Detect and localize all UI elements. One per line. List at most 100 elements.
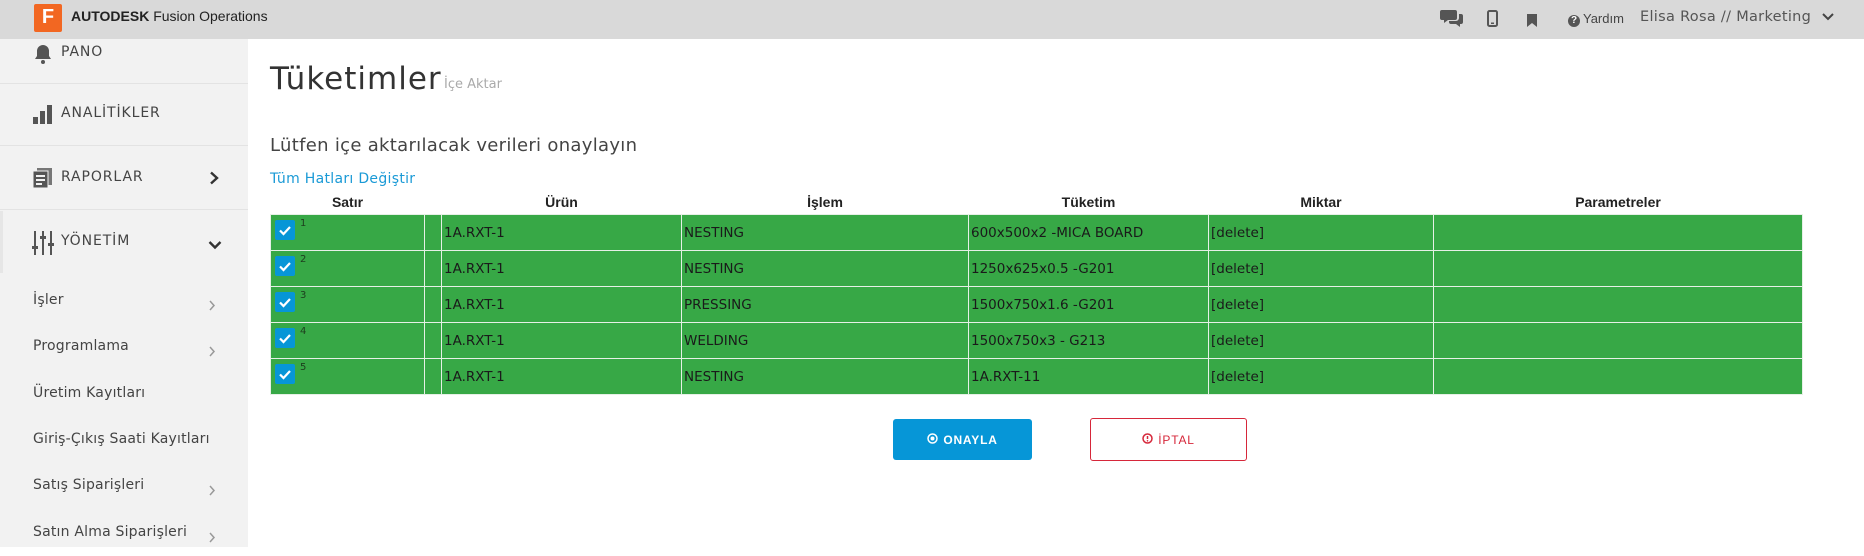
user-menu[interactable]: Elisa Rosa // Marketing: [1640, 9, 1811, 25]
cancel-button-label: İPTAL: [1158, 432, 1195, 447]
cell-satir: 2: [270, 250, 425, 287]
sidebar-subitem-label: Üretim Kayıtları: [33, 385, 146, 401]
sidebar-subitem-uretim-kayitlari[interactable]: Üretim Kayıtları: [0, 371, 248, 417]
page-subtitle: İçe Aktar: [444, 77, 502, 92]
column-header-parametreler: Parametreler: [1575, 194, 1661, 210]
column-header-satir: Satır: [331, 194, 364, 210]
table-row[interactable]: 5 1A.RXT-1 NESTING 1A.RXT-11 [delete]: [270, 358, 1803, 395]
cell-spacer: [424, 286, 442, 323]
row-checkbox[interactable]: [275, 256, 295, 276]
cell-spacer: [424, 322, 442, 359]
cell-parametreler: [1433, 250, 1803, 287]
check-circle-icon: [927, 432, 939, 447]
cell-tuketim: 600x500x2 -MICA BOARD: [968, 214, 1209, 251]
checkmark-icon: [279, 370, 291, 380]
row-checkbox[interactable]: [275, 364, 295, 384]
cell-miktar: [delete]: [1208, 322, 1434, 359]
cell-parametreler: [1433, 358, 1803, 395]
sidebar-subitem-isler[interactable]: İşler: [0, 278, 248, 324]
sidebar-subitem-label: Satın Alma Siparişleri: [33, 524, 188, 540]
column-header-urun: Ürün: [545, 194, 578, 210]
table-row[interactable]: 2 1A.RXT-1 NESTING 1250x625x0.5 -G201 [delet…: [270, 250, 1803, 287]
cell-islem: PRESSING: [681, 286, 969, 323]
column-header-spacer: [425, 190, 442, 215]
chat-icon[interactable]: [1440, 8, 1464, 32]
sidebar-item-analitikler[interactable]: ANALİTİKLER: [0, 83, 248, 146]
cell-islem: NESTING: [681, 214, 969, 251]
table-row[interactable]: 3 1A.RXT-1 PRESSING 1500x750x1.6 -G201 [dele…: [270, 286, 1803, 323]
checkmark-icon: [279, 334, 291, 344]
row-checkbox[interactable]: [275, 328, 295, 348]
cell-islem: NESTING: [681, 358, 969, 395]
cell-urun: 1A.RXT-1: [441, 322, 682, 359]
checkmark-icon: [279, 262, 291, 272]
cell-tuketim: 1500x750x1.6 -G201: [968, 286, 1209, 323]
sidebar-item-raporlar[interactable]: RAPORLAR: [0, 147, 248, 210]
help-label: Yardım: [1583, 11, 1624, 26]
report-icon: [32, 167, 54, 193]
cell-urun: 1A.RXT-1: [441, 358, 682, 395]
table-row[interactable]: 4 1A.RXT-1 WELDING 1500x750x3 - G213 [delete…: [270, 322, 1803, 359]
confirm-button[interactable]: ONAYLA: [893, 419, 1032, 460]
import-table: Satır Ürün İşlem Tüketim Miktar Parametr…: [270, 190, 1803, 395]
sidebar-subitem-satin-alma[interactable]: Satın Alma Siparişleri: [0, 510, 248, 556]
cell-parametreler: [1433, 322, 1803, 359]
cell-spacer: [424, 250, 442, 287]
sidebar-subitem-giris-cikis[interactable]: Giriş-Çıkış Saati Kayıtları: [0, 417, 248, 463]
chevron-down-icon: [208, 236, 222, 255]
confirm-button-label: ONAYLA: [943, 432, 998, 447]
table-row[interactable]: 1 1A.RXT-1 NESTING 600x500x2 -MICA BOARD [de…: [270, 214, 1803, 251]
sliders-icon: [32, 231, 54, 259]
table-header-row: Satır Ürün İşlem Tüketim Miktar Parametr…: [271, 190, 1803, 215]
row-number: 2: [300, 254, 307, 265]
sidebar-subitem-label: Satış Siparişleri: [33, 477, 145, 493]
chevron-right-icon: [208, 481, 216, 500]
sidebar-subitem-label: Giriş-Çıkış Saati Kayıtları: [33, 431, 210, 447]
toggle-all-rows-link[interactable]: Tüm Hatları Değiştir: [270, 171, 415, 187]
cell-satir: 5: [270, 358, 425, 395]
cell-parametreler: [1433, 286, 1803, 323]
cell-spacer: [424, 358, 442, 395]
cancel-circle-icon: [1142, 432, 1154, 447]
chevron-right-icon: [208, 528, 216, 547]
sidebar: PANO ANALİTİKLER RAPORLAR YÖNETİM İşler …: [0, 39, 248, 547]
bell-icon: [32, 43, 54, 69]
sidebar-subitem-label: İşler: [33, 292, 64, 308]
top-bar: F AUTODESK Fusion Operations ? Yardım Eli…: [0, 0, 1864, 39]
cell-tuketim: 1250x625x0.5 -G201: [968, 250, 1209, 287]
sidebar-item-label: YÖNETİM: [61, 233, 131, 249]
cell-urun: 1A.RXT-1: [441, 286, 682, 323]
table-body: 1 1A.RXT-1 NESTING 600x500x2 -MICA BOARD [de…: [270, 214, 1803, 395]
sidebar-subitem-satis-siparisleri[interactable]: Satış Siparişleri: [0, 463, 248, 509]
help-link[interactable]: ? Yardım: [1568, 11, 1624, 27]
cell-miktar: [delete]: [1208, 214, 1434, 251]
row-number: 4: [300, 326, 307, 337]
sidebar-item-pano[interactable]: PANO: [0, 21, 248, 84]
cell-satir: 3: [270, 286, 425, 323]
mobile-icon[interactable]: [1487, 10, 1498, 31]
row-number: 3: [300, 290, 307, 301]
row-checkbox[interactable]: [275, 220, 295, 240]
row-checkbox[interactable]: [275, 292, 295, 312]
sidebar-item-yonetim[interactable]: YÖNETİM: [0, 211, 251, 273]
checkmark-icon: [279, 298, 291, 308]
cell-miktar: [delete]: [1208, 250, 1434, 287]
cell-tuketim: 1500x750x3 - G213: [968, 322, 1209, 359]
bookmark-icon[interactable]: [1527, 12, 1537, 31]
cell-urun: 1A.RXT-1: [441, 250, 682, 287]
chevron-right-icon: [208, 296, 216, 315]
cancel-button[interactable]: İPTAL: [1090, 418, 1247, 461]
row-number: 1: [300, 218, 307, 229]
sidebar-subitem-programlama[interactable]: Programlama: [0, 324, 248, 370]
question-icon: ?: [1568, 15, 1580, 27]
checkmark-icon: [279, 226, 291, 236]
sidebar-item-label: ANALİTİKLER: [61, 105, 161, 121]
confirm-instruction: Lütfen içe aktarılacak verileri onaylayı…: [270, 135, 638, 156]
chevron-down-icon[interactable]: [1821, 9, 1835, 28]
cell-spacer: [424, 214, 442, 251]
sidebar-subitem-label: Programlama: [33, 338, 129, 354]
page-title: Tüketimler: [270, 61, 442, 97]
bar-chart-icon: [32, 103, 54, 129]
chevron-right-icon: [208, 342, 216, 361]
cell-islem: WELDING: [681, 322, 969, 359]
